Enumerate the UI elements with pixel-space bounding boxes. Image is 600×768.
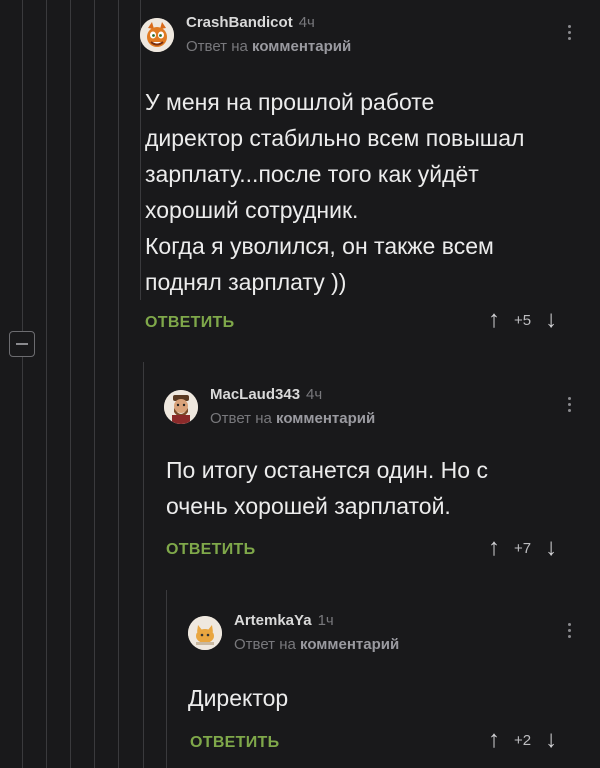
upvote-arrow-icon[interactable]: ↑ — [488, 536, 500, 560]
thread-line — [70, 0, 71, 768]
comment-header: CrashBandicot 4ч Ответ на комментарий — [140, 14, 351, 55]
bearded-man-avatar-icon[interactable] — [164, 389, 198, 424]
cat-avatar-icon[interactable] — [188, 615, 222, 650]
reply-info: Ответ на комментарий — [186, 38, 351, 55]
reply-button[interactable]: ОТВЕТИТЬ — [190, 734, 279, 752]
downvote-arrow-icon[interactable]: ↓ — [545, 536, 557, 560]
reply-prefix: Ответ на — [210, 410, 272, 427]
reply-button[interactable]: ОТВЕТИТЬ — [145, 314, 234, 332]
username[interactable]: MacLaud343 — [210, 386, 300, 403]
thread-line — [166, 590, 167, 768]
more-options-icon[interactable] — [566, 620, 572, 641]
upvote-arrow-icon[interactable]: ↑ — [488, 308, 500, 332]
comment-text: По итогу останется один. Но с очень хоро… — [166, 457, 488, 519]
username[interactable]: ArtemkaYa — [234, 612, 312, 629]
vote-controls: ↑ +5 ↓ — [488, 308, 557, 332]
downvote-arrow-icon[interactable]: ↓ — [545, 728, 557, 752]
crash-bandicoot-avatar-icon[interactable] — [140, 17, 174, 52]
thread-line — [118, 0, 119, 768]
timestamp: 4ч — [298, 14, 315, 31]
comment-text: Директор — [188, 685, 289, 711]
reply-info: Ответ на комментарий — [234, 636, 399, 653]
upvote-arrow-icon[interactable]: ↑ — [488, 728, 500, 752]
timestamp: 1ч — [317, 612, 334, 629]
more-options-icon[interactable] — [566, 394, 572, 415]
reply-target-link[interactable]: комментарий — [300, 636, 399, 653]
score: +5 — [514, 311, 532, 329]
comment-header: ArtemkaYa 1ч Ответ на комментарий — [188, 612, 399, 653]
reply-prefix: Ответ на — [186, 38, 248, 55]
reply-prefix: Ответ на — [234, 636, 296, 653]
reply-info: Ответ на комментарий — [210, 410, 375, 427]
score: +2 — [514, 731, 532, 749]
vote-controls: ↑ +2 ↓ — [488, 728, 557, 752]
thread-line — [46, 0, 47, 768]
reply-target-link[interactable]: комментарий — [252, 38, 351, 55]
thread-line — [143, 362, 144, 768]
reply-button[interactable]: ОТВЕТИТЬ — [166, 541, 255, 559]
downvote-arrow-icon[interactable]: ↓ — [545, 308, 557, 332]
vote-controls: ↑ +7 ↓ — [488, 536, 557, 560]
more-options-icon[interactable] — [566, 22, 572, 43]
score: +7 — [514, 539, 532, 557]
username[interactable]: CrashBandicot — [186, 14, 293, 31]
comment-text: У меня на прошлой работе директор стабил… — [145, 89, 525, 295]
thread-line — [94, 0, 95, 768]
thread-line — [22, 0, 23, 768]
collapse-thread-button[interactable] — [9, 331, 35, 357]
comment-header: MacLaud343 4ч Ответ на комментарий — [164, 386, 375, 427]
reply-target-link[interactable]: комментарий — [276, 410, 375, 427]
timestamp: 4ч — [306, 386, 323, 403]
